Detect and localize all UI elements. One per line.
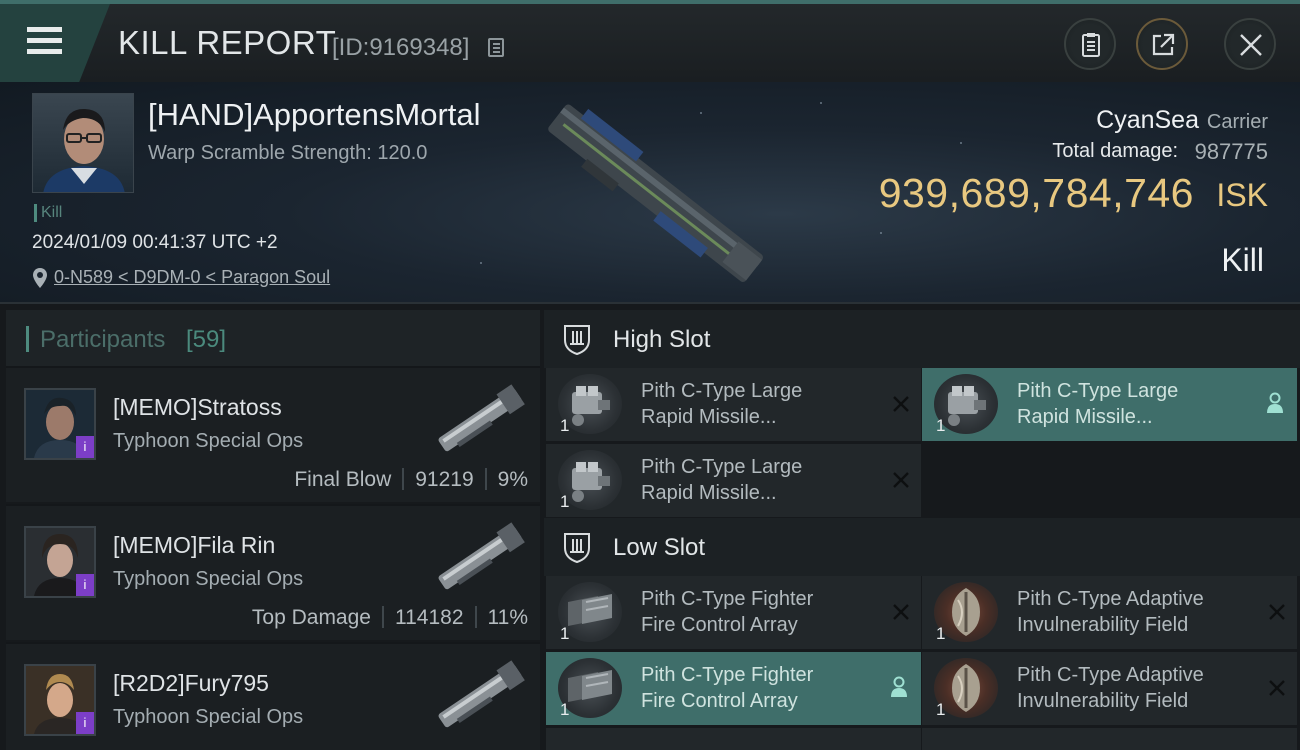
module-quantity: 1 bbox=[560, 700, 570, 719]
participant-ship-image bbox=[438, 384, 525, 452]
location-text[interactable]: 0-N589 < D9DM-0 < Paragon Soul bbox=[54, 267, 330, 288]
menu-button[interactable] bbox=[0, 4, 110, 82]
participant-row[interactable]: i [MEMO]Fila Rin Typhoon Special Ops Top… bbox=[6, 504, 540, 640]
kill-type-label: Kill bbox=[1221, 242, 1264, 278]
module-name: Pith C-Type Large Rapid Missile... bbox=[641, 380, 803, 428]
header-bar: KILL REPORT [ID:9169348] bbox=[0, 0, 1300, 82]
participant-badge: i bbox=[76, 436, 94, 458]
participants-header: Participants [59] bbox=[6, 310, 540, 366]
participant-ship-image bbox=[438, 522, 525, 590]
module-name: Pith C-Type Fighter Fire Control Array bbox=[641, 664, 814, 712]
victim-banner: [HAND]ApportensMortal Warp Scramble Stre… bbox=[0, 82, 1300, 304]
participant-role: Final Blow bbox=[294, 468, 392, 491]
kill-report-screen: KILL REPORT [ID:9169348] [HAND]Apportens… bbox=[0, 0, 1300, 750]
participant-row[interactable]: i [MEMO]Stratoss Typhoon Special Ops Fin… bbox=[6, 366, 540, 502]
module-quantity: 1 bbox=[936, 416, 946, 435]
participant-ship: Typhoon Special Ops bbox=[113, 430, 304, 452]
copy-icon[interactable] bbox=[488, 38, 504, 57]
participant-name: [MEMO]Fila Rin bbox=[113, 532, 276, 558]
participant-name: [R2D2]Fury795 bbox=[113, 670, 269, 696]
low-slot-header: Low Slot bbox=[544, 518, 1300, 576]
share-icon bbox=[1152, 33, 1175, 56]
module-quantity: 1 bbox=[936, 700, 946, 719]
high-slot-header: High Slot bbox=[544, 310, 1300, 368]
page-title: KILL REPORT bbox=[118, 24, 337, 61]
victim-ship-name: CyanSea bbox=[1096, 106, 1199, 134]
kill-timestamp: 2024/01/09 00:41:37 UTC +2 bbox=[32, 232, 278, 253]
module-item[interactable]: 1 Pith C-Type Large Rapid Missile... bbox=[922, 368, 1297, 441]
destroyed-x-icon bbox=[1269, 680, 1285, 696]
participant-stats: Final Blow 91219 9% bbox=[294, 468, 528, 492]
participants-title: Participants bbox=[40, 326, 166, 353]
participant-avatar[interactable]: i bbox=[24, 388, 96, 460]
participant-avatar[interactable]: i bbox=[24, 526, 96, 598]
participant-role: Top Damage bbox=[251, 606, 371, 629]
module-quantity: 1 bbox=[560, 624, 570, 643]
close-button[interactable] bbox=[1224, 18, 1276, 70]
participant-stats: Top Damage 114182 11% bbox=[252, 606, 528, 630]
module-item[interactable]: 1 Pith C-Type Adaptive Invulnerability Fi… bbox=[922, 576, 1297, 649]
low-slot-title: Low Slot bbox=[613, 534, 706, 561]
total-damage-label: Total damage: bbox=[1052, 140, 1178, 162]
destroyed-x-icon bbox=[893, 396, 909, 412]
module-quantity: 1 bbox=[936, 624, 946, 643]
participant-ship: Typhoon Special Ops bbox=[113, 568, 304, 590]
isk-value: 939,689,784,746 bbox=[878, 170, 1194, 216]
module-item-partial[interactable] bbox=[546, 728, 921, 750]
clipboard-icon bbox=[1082, 33, 1100, 57]
total-damage-value: 987775 bbox=[1194, 139, 1268, 164]
participant-avatar[interactable]: i bbox=[24, 664, 96, 736]
close-icon bbox=[1240, 34, 1262, 56]
high-slot-icon bbox=[564, 325, 590, 356]
victim-portrait[interactable] bbox=[32, 93, 134, 193]
share-button[interactable] bbox=[1136, 18, 1188, 70]
participant-row[interactable]: i [R2D2]Fury795 Typhoon Special Ops bbox=[6, 642, 540, 750]
module-name: Pith C-Type Large Rapid Missile... bbox=[641, 456, 803, 504]
module-item[interactable]: 1 Pith C-Type Large Rapid Missile... bbox=[546, 368, 921, 441]
victim-ship-class: Carrier bbox=[1206, 111, 1268, 133]
module-name: Pith C-Type Adaptive Invulnerability Fiel… bbox=[1017, 664, 1204, 712]
participant-name: [MEMO]Stratoss bbox=[113, 394, 282, 420]
warp-scramble-strength: Warp Scramble Strength: 120.0 bbox=[148, 142, 428, 164]
participant-badge: i bbox=[76, 574, 94, 596]
location-pin-icon bbox=[33, 268, 47, 288]
participant-ship: Typhoon Special Ops bbox=[113, 706, 304, 728]
module-item[interactable]: 1 Pith C-Type Large Rapid Missile... bbox=[546, 444, 921, 517]
high-slot-title: High Slot bbox=[613, 326, 711, 353]
participant-ship-image bbox=[438, 660, 525, 728]
victim-name[interactable]: [HAND]ApportensMortal bbox=[148, 97, 481, 133]
fitting-slots-panel: High Slot 1 Pith C-Type Large Rapid Missi… bbox=[544, 308, 1300, 750]
dropped-person-icon bbox=[1267, 392, 1283, 413]
destroyed-x-icon bbox=[893, 604, 909, 620]
clipboard-button[interactable] bbox=[1064, 18, 1116, 70]
module-quantity: 1 bbox=[560, 416, 570, 435]
module-item[interactable]: 1 Pith C-Type Adaptive Invulnerability Fi… bbox=[922, 652, 1297, 725]
participants-panel: Participants [59] i [MEMO]Stratoss Typho… bbox=[6, 308, 540, 750]
destroyed-x-icon bbox=[893, 472, 909, 488]
participant-badge: i bbox=[76, 712, 94, 734]
isk-unit: ISK bbox=[1216, 177, 1268, 213]
victim-ship-image bbox=[548, 104, 763, 282]
participants-count: [59] bbox=[186, 326, 227, 353]
kill-tag: Kill bbox=[34, 204, 62, 222]
module-item[interactable]: 1 Pith C-Type Fighter Fire Control Array bbox=[546, 576, 921, 649]
dropped-person-icon bbox=[891, 676, 907, 697]
module-item[interactable]: 1 Pith C-Type Fighter Fire Control Array bbox=[546, 652, 921, 725]
module-item-partial[interactable] bbox=[922, 728, 1297, 750]
low-slot-icon bbox=[564, 533, 590, 564]
participant-percent: 11% bbox=[487, 606, 528, 629]
participant-damage: 91219 bbox=[415, 468, 474, 491]
participant-damage: 114182 bbox=[394, 606, 464, 629]
module-name: Pith C-Type Adaptive Invulnerability Fiel… bbox=[1017, 588, 1204, 636]
report-id: [ID:9169348] bbox=[332, 34, 470, 61]
module-name: Pith C-Type Fighter Fire Control Array bbox=[641, 588, 814, 636]
participant-percent: 9% bbox=[497, 468, 528, 491]
module-name: Pith C-Type Large Rapid Missile... bbox=[1017, 380, 1179, 428]
destroyed-x-icon bbox=[1269, 604, 1285, 620]
module-quantity: 1 bbox=[560, 492, 570, 511]
